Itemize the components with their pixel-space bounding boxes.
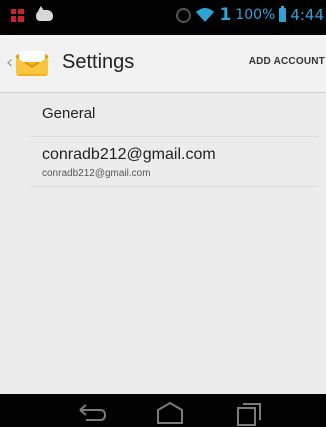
signal-count: 1 [219,5,232,25]
wifi-icon [196,8,215,22]
status-bar: 1 100% 4:44 [0,0,326,35]
add-account-button[interactable]: ADD ACCOUNT [249,56,325,67]
alarm-icon [176,7,192,23]
notification-grid-icon [11,9,24,22]
battery-icon [279,6,287,22]
list-item-title: conradb212@gmail.com [42,146,216,163]
list-item-account[interactable]: conradb212@gmail.com conradb212@gmail.co… [30,137,318,187]
recents-icon[interactable] [236,400,264,426]
email-app-icon[interactable] [14,48,50,78]
navigation-bar [0,394,326,427]
page-title: Settings [62,51,135,73]
list-item-title: General [42,105,96,122]
system-status: 1 100% 4:44 [176,5,324,25]
up-chevron-icon[interactable]: ‹ [6,54,13,72]
notification-area [11,6,53,22]
back-icon[interactable] [76,400,108,422]
clock: 4:44 [290,6,324,24]
notification-cat-icon [36,6,53,21]
home-icon[interactable] [155,400,185,424]
list-item-subtitle: conradb212@gmail.com [42,168,151,179]
list-item-general[interactable]: General [30,93,318,137]
battery-percent: 100% [235,7,276,23]
action-bar: ‹ Settings ADD ACCOUNT [0,35,326,93]
